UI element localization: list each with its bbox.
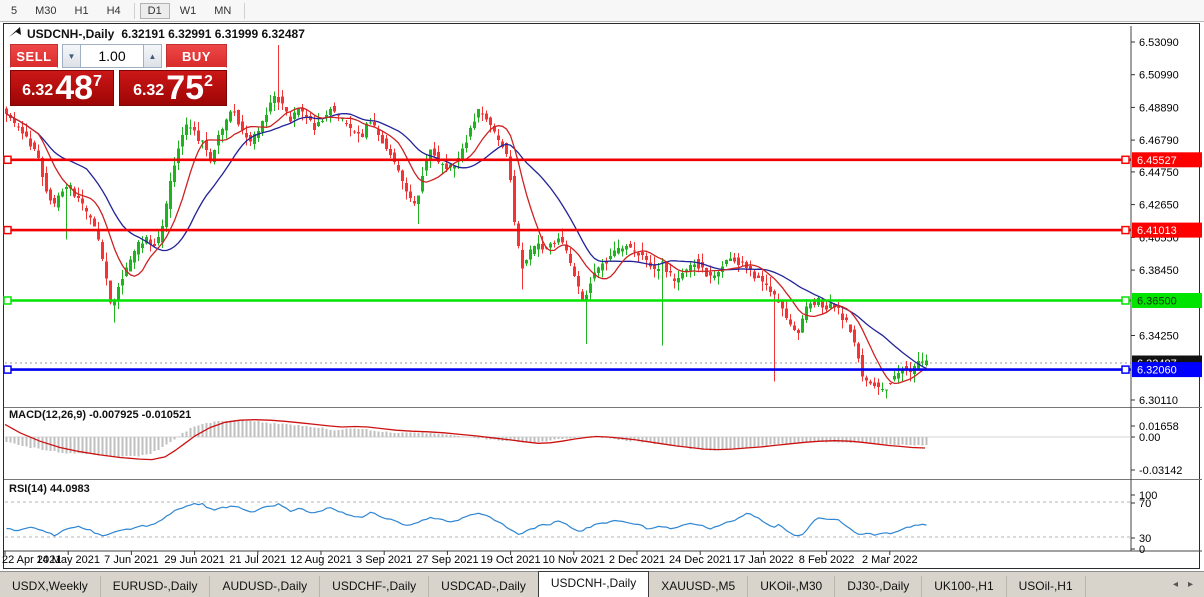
macd-axis-label: -0.03142 (1139, 465, 1182, 477)
line-handle[interactable] (1121, 296, 1130, 305)
volume-input[interactable] (81, 44, 143, 68)
price-axis-label: 6.53090 (1139, 37, 1179, 49)
buy-button[interactable]: BUY (166, 44, 227, 68)
svg-text:6.41013: 6.41013 (1137, 225, 1177, 237)
line-handle[interactable] (1121, 365, 1130, 374)
buy-quote[interactable]: 6.32 75 2 (119, 70, 227, 106)
symbol-period-label: USDCNH-,Daily (27, 27, 115, 41)
rsi-axis-label: 0 (1139, 544, 1145, 556)
line-handle[interactable] (3, 296, 12, 305)
line-handle[interactable] (3, 225, 12, 235)
svg-text:6.45527: 6.45527 (1137, 155, 1177, 167)
price-badge: 6.45527 (1132, 152, 1202, 168)
price-badge: 6.36500 (1132, 293, 1202, 308)
macd-label: MACD(12,26,9) -0.007925 -0.010521 (9, 409, 192, 421)
tab-ukoil-m30[interactable]: UKOil-,M30 (748, 576, 836, 597)
chevron-down-icon: ▼ (67, 51, 76, 61)
tab-scroll-right-icon[interactable]: ▸ (1183, 579, 1198, 590)
tab-eurusd-daily[interactable]: EURUSD-,Daily (101, 576, 211, 597)
tab-usdx-weekly[interactable]: USDX,Weekly (0, 576, 101, 597)
price-axis-label: 6.50990 (1139, 70, 1179, 82)
price-axis-label: 6.44750 (1139, 167, 1179, 179)
buy-price-prefix: 6.32 (133, 82, 165, 99)
date-axis-label: 21 Jul 2021 (229, 554, 286, 566)
macd-axis-label: 0.00 (1139, 432, 1160, 444)
chart-title: USDCNH-,Daily 6.32191 6.32991 6.31999 6.… (9, 27, 305, 41)
svg-text:6.36500: 6.36500 (1137, 296, 1177, 308)
line-handle[interactable] (1121, 225, 1130, 235)
chart-arrow-icon (9, 27, 22, 41)
tab-usdcad-daily[interactable]: USDCAD-,Daily (429, 576, 539, 597)
tab-usoil-h1[interactable]: USOil-,H1 (1007, 576, 1086, 597)
chevron-up-icon: ▲ (148, 51, 157, 61)
date-axis-label: 27 Sep 2021 (416, 554, 478, 566)
price-axis-label: 6.46790 (1139, 135, 1179, 147)
date-axis-label: 2 Mar 2022 (862, 554, 918, 566)
date-axis-label: 14 May 2021 (36, 554, 100, 566)
price-axis-label: 6.38450 (1139, 265, 1179, 277)
date-axis-label: 7 Jun 2021 (104, 554, 158, 566)
tab-scroll-arrows: ◂ ▸ (1168, 572, 1204, 597)
rsi-line (6, 502, 927, 537)
line-handle[interactable] (1121, 155, 1130, 165)
sell-quote[interactable]: 6.32 48 7 (10, 70, 114, 106)
tab-xauusd-m5[interactable]: XAUUSD-,M5 (649, 576, 749, 597)
price-axis-label: 6.34250 (1139, 331, 1179, 343)
date-axis-label: 19 Oct 2021 (481, 554, 541, 566)
date-axis-label: 2 Dec 2021 (609, 554, 665, 566)
sell-price-prefix: 6.32 (22, 82, 54, 99)
line-handle[interactable] (3, 155, 12, 165)
rsi-axis-label: 70 (1139, 498, 1151, 510)
symbol-tabs: USDX,Weekly EURUSD-,Daily AUDUSD-,Daily USD… (0, 571, 1204, 597)
tab-usdcnh-daily[interactable]: USDCNH-,Daily (537, 571, 650, 597)
price-axis-label: 6.30110 (1139, 395, 1178, 407)
trade-panel: SELL ▼ ▲ BUY 6.32 48 7 6.32 75 2 (10, 44, 227, 106)
date-axis-label: 3 Sep 2021 (356, 554, 412, 566)
date-axis-label: 8 Feb 2022 (799, 554, 855, 566)
volume-down-button[interactable]: ▼ (62, 44, 81, 68)
sell-button[interactable]: SELL (10, 44, 58, 68)
buy-price-sup: 2 (204, 73, 213, 90)
tab-audusd-daily[interactable]: AUDUSD-,Daily (210, 576, 321, 597)
date-axis-label: 29 Jun 2021 (164, 554, 225, 566)
sell-price-sup: 7 (93, 73, 102, 90)
buy-price-big: 75 (166, 69, 205, 107)
price-badge: 6.32060 (1132, 362, 1202, 378)
date-axis-label: 17 Jan 2022 (733, 554, 794, 566)
price-badge: 6.41013 (1132, 222, 1202, 238)
tab-scroll-left-icon[interactable]: ◂ (1168, 579, 1183, 590)
application-window: 5 M30 H1 H4 D1 W1 MN 0.01658 0.00 -0.03142 100 70 3… (0, 0, 1204, 597)
tab-dj30-daily[interactable]: DJ30-,Daily (835, 576, 923, 597)
macd-histogram (5, 419, 928, 458)
date-axis-label: 10 Nov 2021 (543, 554, 605, 566)
rsi-label: RSI(14) 44.0983 (9, 483, 90, 495)
volume-up-button[interactable]: ▲ (143, 44, 162, 68)
ohlc-values: 6.32191 6.32991 6.31999 6.32487 (121, 27, 305, 41)
date-axis-label: 24 Dec 2021 (669, 554, 731, 566)
date-axis-label: 12 Aug 2021 (290, 554, 352, 566)
svg-text:6.32060: 6.32060 (1137, 365, 1177, 377)
price-axis-label: 6.48890 (1139, 102, 1179, 114)
line-handle[interactable] (3, 365, 12, 374)
tab-uk100-h1[interactable]: UK100-,H1 (922, 576, 1007, 597)
tab-usdchf-daily[interactable]: USDCHF-,Daily (320, 576, 430, 597)
sell-price-big: 48 (55, 69, 94, 107)
price-axis-label: 6.42650 (1139, 200, 1179, 212)
